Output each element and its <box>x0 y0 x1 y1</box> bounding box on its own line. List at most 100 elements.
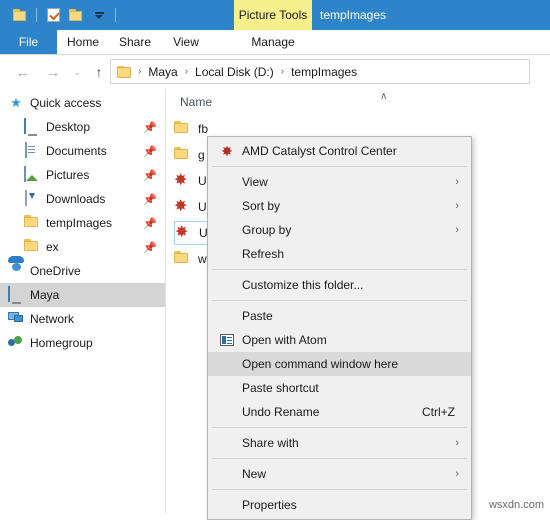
monitor-icon-shape <box>8 286 10 302</box>
chevron-right-icon: › <box>455 200 459 212</box>
cloud-icon <box>8 263 24 279</box>
menu-item-view[interactable]: View › <box>208 170 471 194</box>
watermark: wsxdn.com <box>488 499 544 511</box>
maya-file-icon: ✸ <box>174 173 192 189</box>
explorer-icon[interactable] <box>10 5 30 25</box>
menu-item-share-with[interactable]: Share with › <box>208 431 471 455</box>
address-bar: ← → ⌄ ↑ › Maya › Local Disk (D:) › tempI… <box>0 55 550 88</box>
menu-item-sort-by[interactable]: Sort by › <box>208 194 471 218</box>
menu-separator <box>212 166 467 167</box>
menu-item-open-with-atom[interactable]: Open with Atom <box>208 328 471 352</box>
pin-icon[interactable]: 📌 <box>143 241 157 254</box>
sidebar-item-documents[interactable]: Documents 📌 <box>0 139 165 163</box>
menu-separator <box>212 427 467 428</box>
breadcrumb-item-local-disk[interactable]: Local Disk (D:) <box>192 65 277 79</box>
folder-icon <box>24 215 40 231</box>
breadcrumb-sep-0: › <box>138 66 142 77</box>
qat-separator-2 <box>115 8 116 22</box>
sidebar-item-label: Quick access <box>30 96 102 110</box>
menu-item-group-by[interactable]: Group by › <box>208 218 471 242</box>
chevron-right-icon: › <box>455 437 459 449</box>
sidebar-item-pictures[interactable]: Pictures 📌 <box>0 163 165 187</box>
star-icon: ★ <box>8 95 24 111</box>
breadcrumb-item-tempimages[interactable]: tempImages <box>288 65 360 79</box>
pin-icon[interactable]: 📌 <box>143 169 157 182</box>
menu-item-customize-this-folder[interactable]: Customize this folder... <box>208 273 471 297</box>
tab-manage[interactable]: Manage <box>234 30 312 54</box>
menu-item-amd-catalyst-control-center[interactable]: ✸ AMD Catalyst Control Center <box>208 139 471 163</box>
properties-quick-button[interactable] <box>43 5 63 25</box>
window-title: tempImages <box>320 0 386 30</box>
menu-item-refresh[interactable]: Refresh <box>208 242 471 266</box>
tab-file[interactable]: File <box>0 30 57 54</box>
contextual-tab-picture-tools[interactable]: Picture Tools <box>234 0 312 30</box>
sidebar-item-label: ex <box>46 240 59 254</box>
menu-item-shortcut: Ctrl+Z <box>422 405 455 419</box>
sidebar-item-maya[interactable]: Maya <box>0 283 165 307</box>
tab-file-label: File <box>18 35 39 49</box>
sidebar-item-homegroup[interactable]: Homegroup <box>0 331 165 355</box>
chevron-right-icon: › <box>455 176 459 188</box>
sidebar-item-ex[interactable]: ex 📌 <box>0 235 165 259</box>
folder-icon <box>174 121 192 137</box>
pin-icon[interactable]: 📌 <box>143 217 157 230</box>
star-glyph: ★ <box>10 95 22 110</box>
amd-icon: ✸ <box>216 144 238 158</box>
menu-item-open-command-window-here[interactable]: Open command window here <box>208 352 471 376</box>
menu-item-undo-rename[interactable]: Undo Rename Ctrl+Z <box>208 400 471 424</box>
ribbon-tab-bar: File Home Share View Manage <box>0 30 550 80</box>
sort-ascending-icon[interactable]: ∧ <box>380 91 387 102</box>
quick-access-toolbar <box>0 5 119 25</box>
context-menu: ✸ AMD Catalyst Control Center View › Sort by… <box>207 136 472 520</box>
breadcrumb[interactable]: › Maya › Local Disk (D:) › tempImages <box>110 59 530 84</box>
pin-icon[interactable]: 📌 <box>143 121 157 134</box>
new-folder-quick-button[interactable] <box>66 5 86 25</box>
tab-home-label: Home <box>66 35 99 49</box>
sidebar-item-desktop[interactable]: Desktop 📌 <box>0 115 165 139</box>
menu-item-label: AMD Catalyst Control Center <box>242 144 397 158</box>
forward-button[interactable]: → <box>40 59 66 85</box>
tab-view-label: View <box>173 35 199 49</box>
chevron-down-icon[interactable] <box>89 5 109 25</box>
folder-icon <box>174 251 192 267</box>
sidebar-item-label: Desktop <box>46 120 91 134</box>
sidebar-item-quick-access[interactable]: ★ Quick access <box>0 91 165 115</box>
tab-home[interactable]: Home <box>57 30 109 54</box>
qat-separator-1 <box>36 8 37 22</box>
maya-glyph: ✸ <box>175 224 189 241</box>
file-name-label: g <box>198 148 205 162</box>
sidebar-item-onedrive[interactable]: OneDrive <box>0 259 165 283</box>
chevron-right-icon: › <box>455 224 459 236</box>
up-button[interactable]: ↑ <box>86 59 112 85</box>
menu-item-label: Share with <box>242 436 299 450</box>
pin-icon[interactable]: 📌 <box>143 193 157 206</box>
tab-share[interactable]: Share <box>109 30 161 54</box>
menu-separator <box>212 300 467 301</box>
menu-item-properties[interactable]: Properties <box>208 493 471 517</box>
tab-view[interactable]: View <box>161 30 211 54</box>
menu-separator <box>212 269 467 270</box>
sidebar-item-tempimages[interactable]: tempImages 📌 <box>0 211 165 235</box>
menu-item-paste[interactable]: Paste <box>208 304 471 328</box>
sidebar-item-downloads[interactable]: Downloads 📌 <box>0 187 165 211</box>
sidebar-item-label: Pictures <box>46 168 90 182</box>
document-icon <box>24 142 40 159</box>
pictures-icon <box>24 166 40 183</box>
menu-item-label: Group by <box>242 223 292 237</box>
maya-glyph: ✸ <box>174 198 188 215</box>
menu-item-label: View <box>242 175 268 189</box>
file-name-label: fb <box>198 122 209 136</box>
menu-item-paste-shortcut[interactable]: Paste shortcut <box>208 376 471 400</box>
back-button[interactable]: ← <box>10 59 36 85</box>
sidebar-item-network[interactable]: Network <box>0 307 165 331</box>
file-name-label: U <box>198 174 207 188</box>
menu-item-label: Undo Rename <box>242 405 320 419</box>
homegroup-icon <box>8 335 24 351</box>
menu-item-label: Refresh <box>242 247 285 261</box>
monitor-icon <box>8 286 24 303</box>
column-header-name[interactable]: Name <box>180 95 212 109</box>
folder-icon <box>24 239 40 255</box>
breadcrumb-item-maya[interactable]: Maya <box>145 65 180 79</box>
menu-item-new[interactable]: New › <box>208 462 471 486</box>
pin-icon[interactable]: 📌 <box>143 145 157 158</box>
